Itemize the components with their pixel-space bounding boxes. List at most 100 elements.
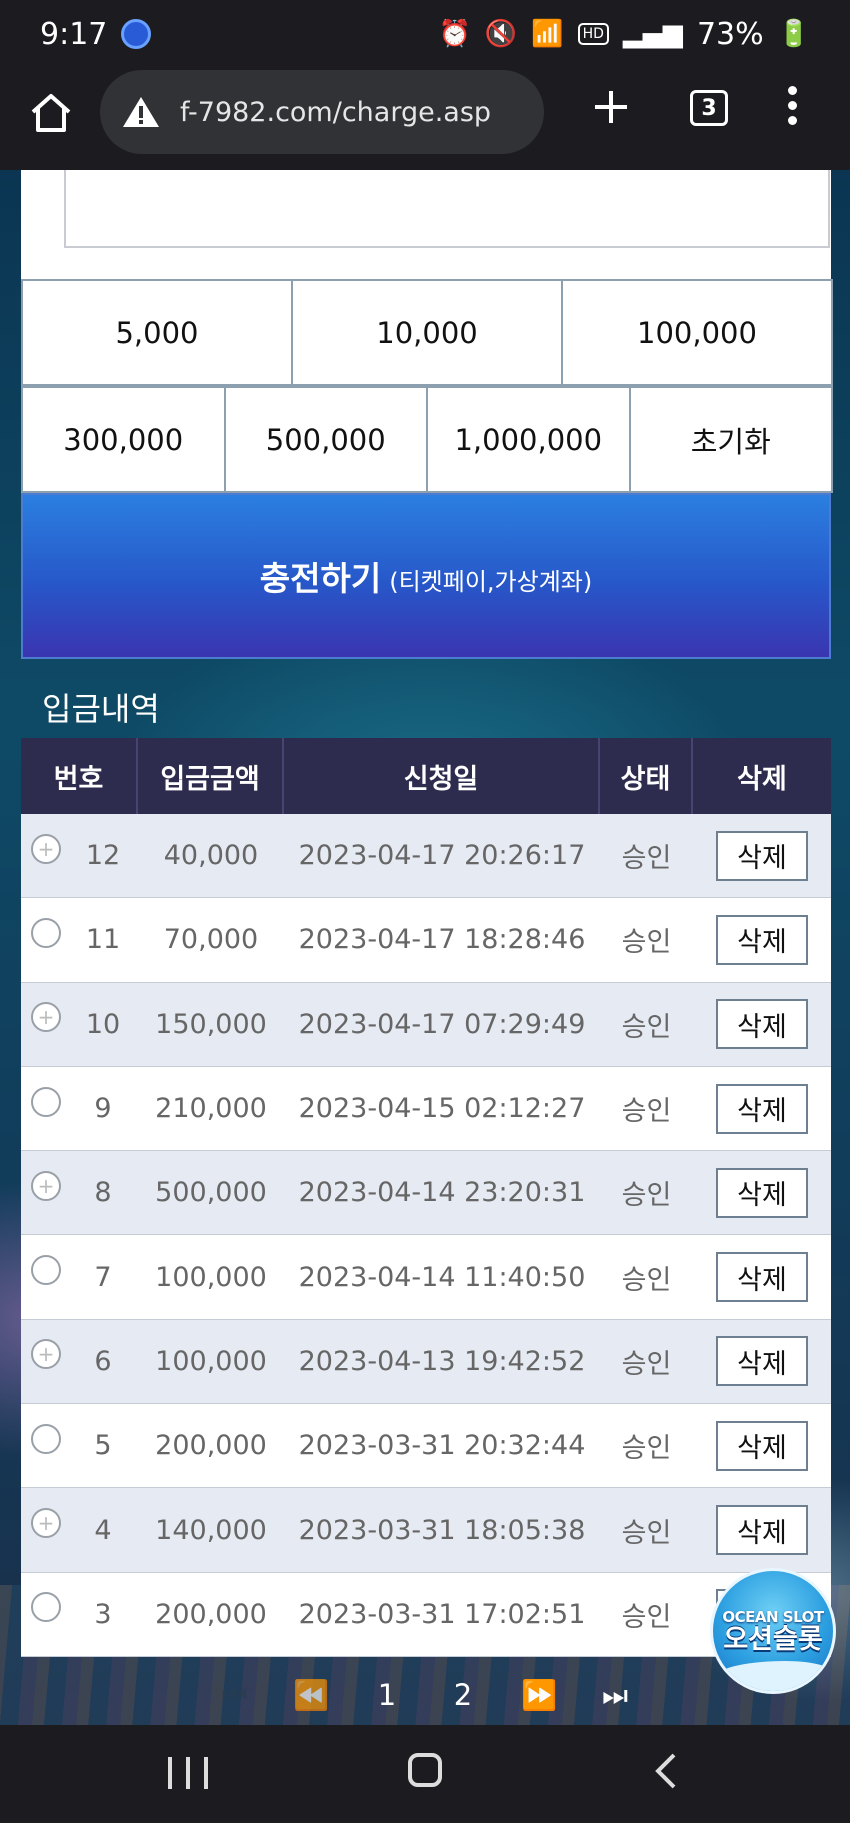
delete-button[interactable]: 삭제 (716, 830, 808, 881)
column-header-amount: 입금금액 (138, 738, 284, 814)
table-row: 9 210,000 2023-04-15 02:12:27 승인 삭제 (21, 1066, 831, 1152)
deposit-history-table: 번호 입금금액 신청일 상태 삭제 +12 40,000 2023-04-17 20… (21, 738, 831, 1657)
warning-icon[interactable] (122, 95, 160, 129)
row-status: 승인 (621, 1433, 672, 1465)
row-number-cell: +12 (21, 814, 138, 897)
delete-button[interactable]: 삭제 (716, 1167, 808, 1218)
prev-page-icon[interactable]: ⏪ (273, 1678, 349, 1713)
row-amount: 100,000 (155, 1345, 267, 1377)
row-select-radio[interactable]: + (31, 1508, 61, 1539)
next-page-icon[interactable]: ⏩ (501, 1678, 577, 1713)
column-header-date: 신청일 (284, 738, 600, 814)
row-number-cell: +8 (21, 1151, 138, 1234)
delete-button[interactable]: 삭제 (716, 1505, 808, 1556)
row-select-radio[interactable] (31, 1255, 61, 1286)
charge-amount-input[interactable] (64, 170, 830, 248)
row-delete-cell: 삭제 (693, 1151, 831, 1234)
row-delete-cell: 삭제 (693, 1404, 831, 1487)
page-link-1[interactable]: 1 (349, 1678, 425, 1712)
charge-button-label: 충전하기 (259, 559, 382, 598)
amount-button-10000[interactable]: 10,000 (291, 279, 563, 386)
row-status: 승인 (621, 1517, 672, 1549)
url-bar[interactable]: f-7982.com/charge.asp (100, 70, 544, 154)
row-number-cell: +10 (21, 983, 138, 1066)
delete-button[interactable]: 삭제 (716, 914, 808, 965)
row-number: 11 (85, 924, 121, 956)
home-nav-icon[interactable] (408, 1753, 442, 1787)
column-header-number: 번호 (21, 738, 138, 814)
row-select-radio[interactable] (31, 1592, 61, 1623)
amount-button-5000[interactable]: 5,000 (21, 279, 293, 386)
row-status: 승인 (621, 1601, 672, 1633)
overflow-menu-icon[interactable] (782, 86, 802, 130)
row-amount: 100,000 (155, 1261, 267, 1293)
table-row: 11 70,000 2023-04-17 18:28:46 승인 삭제 (21, 898, 831, 983)
row-number: 5 (94, 1430, 112, 1462)
delete-button[interactable]: 삭제 (716, 1083, 808, 1134)
delete-button[interactable]: 삭제 (716, 1336, 808, 1387)
row-amount: 70,000 (163, 924, 259, 956)
tab-switcher-button[interactable]: 3 (690, 90, 728, 126)
hd-icon: HD (577, 23, 609, 45)
charge-button-sublabel: (티켓페이,가상계좌) (389, 567, 593, 596)
row-amount: 150,000 (155, 1008, 267, 1040)
amount-button-500000[interactable]: 500,000 (223, 386, 428, 493)
row-delete-cell: 삭제 (693, 1067, 831, 1150)
row-delete-cell: 삭제 (693, 814, 831, 897)
row-date: 2023-03-31 17:02:51 (298, 1598, 586, 1630)
row-status: 승인 (621, 1264, 672, 1296)
row-delete-cell: 삭제 (693, 1320, 831, 1403)
status-bar: 9:17 ⏰ 🔇 📶 HD ▂▄▆ 73% 🔋 (0, 0, 850, 68)
url-text[interactable]: f-7982.com/charge.asp (180, 97, 491, 128)
row-number-cell: +6 (21, 1320, 138, 1403)
reset-button[interactable]: 초기화 (628, 386, 833, 493)
row-amount: 500,000 (155, 1177, 267, 1209)
charge-button[interactable]: 충전하기 (티켓페이,가상계좌) (21, 493, 831, 659)
signal-icon: ▂▄▆ (622, 19, 683, 49)
row-delete-cell: 삭제 (693, 898, 831, 981)
row-select-radio[interactable]: + (31, 833, 61, 864)
page-link-2[interactable]: 2 (425, 1678, 501, 1712)
delete-button[interactable]: 삭제 (716, 1420, 808, 1471)
deposit-history-title: 입금내역 (42, 690, 160, 728)
ocean-slot-logo-badge[interactable]: OCEAN SLOT 오션슬롯 (710, 1568, 836, 1694)
row-number: 7 (94, 1261, 112, 1293)
row-amount: 40,000 (163, 840, 259, 872)
row-number-cell: 7 (21, 1235, 138, 1318)
last-page-icon[interactable]: ⏭ (577, 1678, 653, 1713)
row-select-radio[interactable]: + (31, 1170, 61, 1201)
column-header-delete: 삭제 (737, 763, 787, 795)
amount-button-1000000[interactable]: 1,000,000 (426, 386, 631, 493)
row-select-radio[interactable] (31, 1086, 61, 1117)
amount-button-100000[interactable]: 100,000 (561, 279, 833, 386)
system-nav-bar (0, 1725, 850, 1823)
new-tab-icon[interactable] (592, 88, 630, 126)
row-select-radio[interactable]: + (31, 1339, 61, 1370)
row-status: 승인 (621, 1011, 672, 1043)
row-number-cell: 9 (21, 1067, 138, 1150)
charge-form-panel (21, 170, 831, 280)
row-amount: 140,000 (155, 1514, 267, 1546)
row-select-radio[interactable] (31, 1423, 61, 1454)
alarm-icon: ⏰ (438, 19, 471, 49)
row-number: 9 (94, 1093, 112, 1125)
recent-apps-icon[interactable] (168, 1757, 208, 1789)
row-date: 2023-03-31 18:05:38 (298, 1514, 586, 1546)
table-row: 3200,0002023-03-31 17:02:51승인삭제 (21, 1572, 831, 1657)
wifi-icon: 📶 (531, 19, 564, 49)
column-header-status: 상태 (600, 738, 693, 814)
row-amount: 200,000 (155, 1430, 267, 1462)
amount-button-300000[interactable]: 300,000 (21, 386, 226, 493)
row-amount: 210,000 (155, 1093, 267, 1125)
row-select-radio[interactable]: + (31, 1002, 61, 1033)
home-icon[interactable] (28, 90, 74, 136)
delete-button[interactable]: 삭제 (716, 1252, 808, 1303)
back-icon[interactable] (650, 1751, 684, 1791)
row-number-cell: 5 (21, 1404, 138, 1487)
row-number: 8 (94, 1177, 112, 1209)
delete-button[interactable]: 삭제 (716, 999, 808, 1050)
row-amount: 200,000 (155, 1598, 267, 1630)
first-page-icon[interactable]: ⏮ (197, 1678, 273, 1713)
row-select-radio[interactable] (31, 917, 61, 948)
row-status: 승인 (621, 843, 672, 875)
